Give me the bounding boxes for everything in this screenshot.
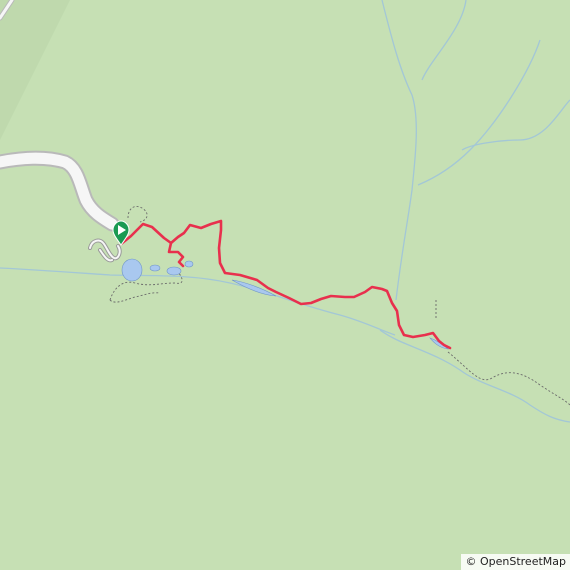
pond-2 <box>166 266 182 276</box>
map-attribution[interactable]: © OpenStreetMap <box>461 554 570 570</box>
attribution-link[interactable]: OpenStreetMap <box>480 555 566 568</box>
pond-3 <box>184 260 194 268</box>
pond-1 <box>149 264 161 272</box>
land-background <box>0 0 570 570</box>
map-canvas[interactable] <box>0 0 570 570</box>
lake-main <box>121 258 143 282</box>
copyright-symbol: © <box>465 555 477 568</box>
